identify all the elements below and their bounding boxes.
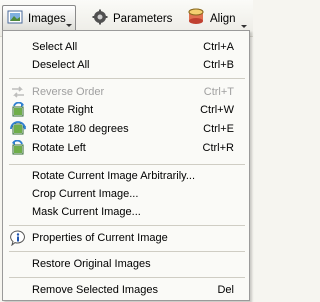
rotate-right-icon [10,101,26,118]
align-icon [187,8,205,29]
menu-item-restore-originals[interactable]: Restore Original Images [4,254,248,274]
info-icon [10,230,26,247]
menu-separator [9,225,245,226]
menu-item-properties[interactable]: Properties of Current Image [4,228,248,248]
menu-item-crop-image[interactable]: Crop Current Image... [4,184,248,204]
menu-item-rotate-right[interactable]: Rotate Right Ctrl+W [4,100,248,120]
align-menu-button[interactable]: Align [183,5,249,32]
chevron-down-icon [241,25,247,28]
rotate-180-icon [10,121,26,137]
menu-separator [9,78,245,79]
menu-item-select-all[interactable]: Select All Ctrl+A [4,37,248,57]
menu-separator [9,164,245,165]
images-menu-label: Images [28,12,66,25]
parameters-label: Parameters [113,12,173,25]
images-menu-button[interactable]: Images [2,5,76,32]
chevron-down-icon [66,24,72,27]
menu-item-mask-image[interactable]: Mask Current Image... [4,202,248,222]
menu-item-remove-selected[interactable]: Remove Selected Images Del [4,280,248,300]
menu-item-rotate-left[interactable]: Rotate Left Ctrl+R [4,138,248,158]
menu-separator [9,277,245,278]
rotate-left-icon [10,139,26,156]
images-icon [7,9,23,28]
menu-item-rotate-arbitrarily[interactable]: Rotate Current Image Arbitrarily... [4,166,248,186]
align-label: Align [210,12,236,25]
images-dropdown-menu: Select All Ctrl+A Deselect All Ctrl+B Re… [2,30,250,301]
menu-item-deselect-all[interactable]: Deselect All Ctrl+B [4,55,248,75]
reverse-order-icon [10,84,26,100]
parameters-button[interactable]: Parameters [88,5,176,32]
gear-icon [92,9,108,28]
menu-item-rotate-180[interactable]: Rotate 180 degrees Ctrl+E [4,119,248,139]
menu-item-reverse-order[interactable]: Reverse Order Ctrl+T [4,82,248,102]
menu-separator [9,251,245,252]
